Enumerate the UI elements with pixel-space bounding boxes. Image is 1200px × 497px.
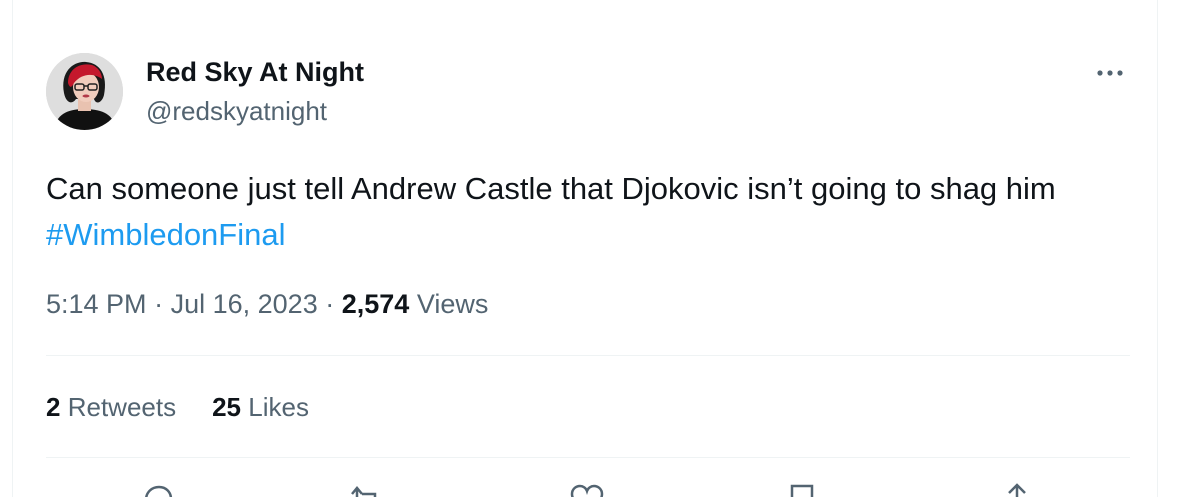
- meta-separator: ·: [154, 289, 164, 319]
- more-options-button[interactable]: [1090, 60, 1130, 86]
- more-dots-icon: [1097, 70, 1123, 76]
- bookmark-icon[interactable]: [782, 480, 822, 497]
- divider: [46, 355, 1130, 356]
- retweets-count: 2: [46, 392, 61, 422]
- reply-icon[interactable]: [138, 480, 178, 497]
- avatar[interactable]: [46, 53, 123, 130]
- retweets-stat[interactable]: 2 Retweets: [46, 390, 176, 424]
- tweet-time[interactable]: 5:14 PM: [46, 289, 147, 319]
- hashtag-link[interactable]: #WimbledonFinal: [46, 217, 286, 252]
- likes-label: Likes: [248, 392, 309, 422]
- views-count: 2,574: [341, 289, 410, 319]
- likes-stat[interactable]: 25 Likes: [212, 390, 309, 424]
- engagement-stats: 2 Retweets 25 Likes: [46, 390, 345, 424]
- tweet-page: Red Sky At Night @redskyatnight Can some…: [0, 0, 1200, 497]
- like-icon[interactable]: [567, 480, 607, 497]
- tweet-meta: 5:14 PM · Jul 16, 2023 · 2,574 Views: [46, 286, 488, 322]
- tweet-body-text: Can someone just tell Andrew Castle that…: [46, 171, 1056, 206]
- avatar-image: [46, 53, 123, 130]
- views-label: Views: [416, 289, 489, 319]
- retweets-label: Retweets: [67, 392, 177, 422]
- retweet-icon[interactable]: [346, 480, 386, 497]
- divider: [46, 457, 1130, 458]
- author-display-name[interactable]: Red Sky At Night: [146, 56, 364, 88]
- tweet-text: Can someone just tell Andrew Castle that…: [46, 166, 1146, 258]
- author-handle[interactable]: @redskyatnight: [146, 95, 327, 127]
- share-icon[interactable]: [997, 480, 1037, 497]
- likes-count: 25: [212, 392, 242, 422]
- meta-separator: ·: [325, 289, 335, 319]
- tweet-date[interactable]: Jul 16, 2023: [171, 289, 318, 319]
